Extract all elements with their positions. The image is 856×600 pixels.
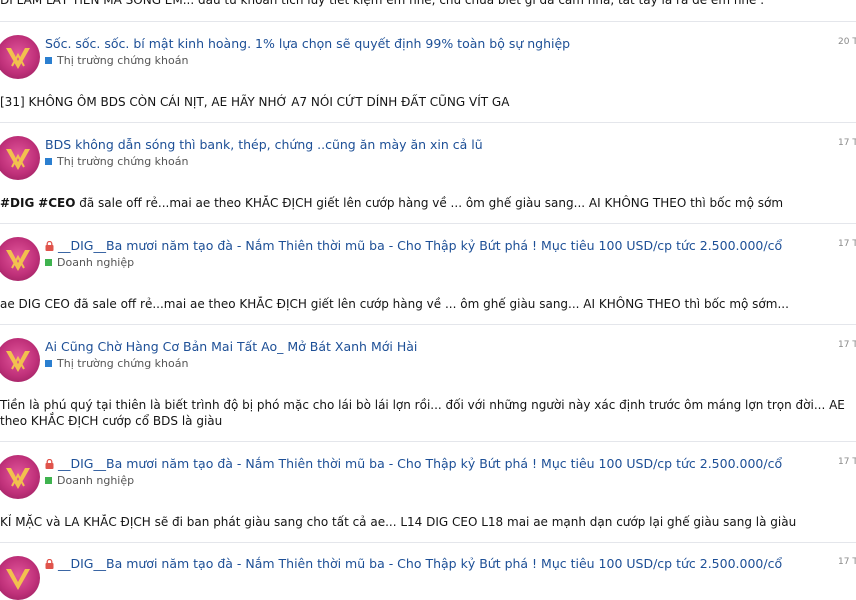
post-excerpt: [31] KHÔNG ÔM BDS CÒN CÁI NỊT, AE HÃY NH… [0, 95, 510, 109]
forum-color-icon [45, 158, 52, 165]
lock-icon [45, 241, 54, 251]
excerpt-text: đã sale off rẻ...mai ae theo KHẮC ĐỊCH g… [75, 196, 784, 210]
brand-logo-icon [6, 149, 30, 170]
forum-link[interactable]: Thị trường chứng khoán [57, 155, 188, 168]
post-excerpt: #DIG #CEO đã sale off rẻ...mai ae theo K… [0, 195, 856, 211]
post-date: 20 T [838, 37, 856, 47]
avatar[interactable] [0, 35, 40, 79]
forum-link[interactable]: Thị trường chứng khoán [57, 357, 188, 370]
brand-logo-icon [6, 468, 30, 489]
divider [0, 122, 856, 123]
post-date: 17 T [838, 557, 856, 567]
brand-logo-icon [6, 250, 30, 271]
forum-color-icon [45, 477, 52, 484]
post-excerpt: ae DIG CEO đã sale off rẻ...mai ae theo … [0, 297, 789, 311]
post-feed: ĐI LÀM LẤY TIỀN MÀ SỐNG EM... đầu tư kho… [0, 0, 856, 600]
post-excerpt: KỈ MẶC và LA KHẮC ĐỊCH sẽ đi ban phát gi… [0, 515, 797, 529]
avatar[interactable] [0, 455, 40, 499]
post-date: 17 T [838, 457, 856, 467]
post-date: 17 T [838, 138, 856, 148]
post-title-link[interactable]: __DIG__Ba mươi năm tạo đà - Nắm Thiên th… [58, 238, 782, 253]
hashtag-link[interactable]: #DIG [0, 196, 34, 210]
forum-link[interactable]: Doanh nghiệp [57, 256, 134, 269]
post-date: 17 T [838, 340, 856, 350]
post-title-link[interactable]: BDS không dẫn sóng thì bank, thép, chứng… [45, 137, 483, 152]
avatar[interactable] [0, 338, 40, 382]
lock-icon [45, 559, 54, 569]
divider [0, 223, 856, 224]
divider [0, 21, 856, 22]
avatar[interactable] [0, 136, 40, 180]
post-excerpt: ĐI LÀM LẤY TIỀN MÀ SỐNG EM... đầu tư kho… [0, 0, 765, 7]
divider [0, 324, 856, 325]
post-title-link[interactable]: __DIG__Ba mươi năm tạo đà - Nắm Thiên th… [58, 556, 782, 571]
brand-logo-icon [6, 48, 30, 69]
lock-icon [45, 459, 54, 469]
post-excerpt: Tiền là phú quý tại thiên là biết trình … [0, 398, 845, 428]
forum-color-icon [45, 57, 52, 64]
forum-link[interactable]: Thị trường chứng khoán [57, 54, 188, 67]
post-title-link[interactable]: Ai Cũng Chờ Hàng Cơ Bản Mai Tất Ao_ Mở B… [45, 339, 417, 354]
avatar[interactable] [0, 556, 40, 600]
divider [0, 542, 856, 543]
post-title-link[interactable]: __DIG__Ba mươi năm tạo đà - Nắm Thiên th… [58, 456, 782, 471]
hashtag-link[interactable]: #CEO [38, 196, 75, 210]
brand-logo-icon [6, 569, 30, 590]
forum-color-icon [45, 259, 52, 266]
post-title-link[interactable]: Sốc. sốc. sốc. bí mật kinh hoàng. 1% lựa… [45, 36, 570, 51]
avatar[interactable] [0, 237, 40, 281]
post-date: 17 T [838, 239, 856, 249]
brand-logo-icon [6, 351, 30, 372]
forum-link[interactable]: Doanh nghiệp [57, 474, 134, 487]
forum-color-icon [45, 360, 52, 367]
divider [0, 441, 856, 442]
